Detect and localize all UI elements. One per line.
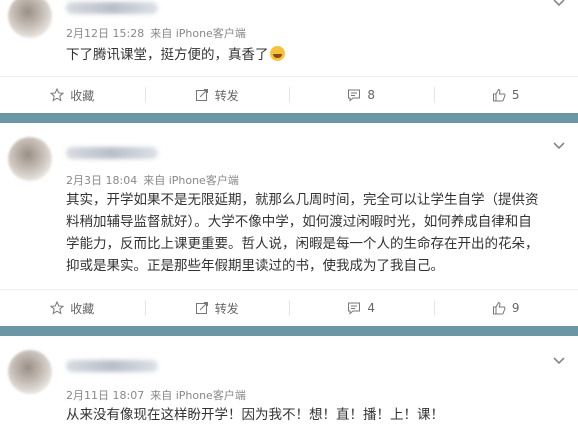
post-time[interactable]: 2月12日 15:28 xyxy=(66,27,144,40)
thumbs-up-icon xyxy=(492,88,506,102)
repost-button[interactable]: 转发 xyxy=(144,77,290,113)
avatar[interactable] xyxy=(8,137,52,181)
repost-button[interactable]: 转发 xyxy=(144,290,290,326)
repost-label: 转发 xyxy=(214,88,239,103)
chevron-down-icon[interactable] xyxy=(552,141,566,151)
comment-card: 2月11日 18:07 来自 iPhone客户端 从来没有像现在这样盼开学！因为我… xyxy=(0,336,578,430)
collect-label: 收藏 xyxy=(70,301,95,316)
action-bar: 收藏 转发 4 9 xyxy=(0,289,578,326)
comment-card: 2月3日 18:04 来自 iPhone客户端 其实，开学如果不是无限延期，就那么… xyxy=(0,123,578,328)
thumbs-up-icon xyxy=(492,301,506,315)
card-separator xyxy=(0,326,578,336)
chevron-down-icon[interactable] xyxy=(552,0,566,8)
post-meta: 2月3日 18:04 来自 iPhone客户端 xyxy=(66,172,239,188)
collect-button[interactable]: 收藏 xyxy=(0,77,145,113)
comment-count: 4 xyxy=(367,301,376,315)
post-source: 来自 iPhone客户端 xyxy=(143,174,239,187)
collect-button[interactable]: 收藏 xyxy=(0,290,145,326)
like-button[interactable]: 9 xyxy=(433,290,578,326)
star-icon xyxy=(50,301,65,315)
like-count: 9 xyxy=(511,301,520,315)
repost-label: 转发 xyxy=(214,301,239,316)
like-count: 5 xyxy=(511,88,520,102)
comment-text: 下了腾讯课堂，挺方便的，真香了 xyxy=(66,44,558,66)
post-meta: 2月11日 18:07 来自 iPhone客户端 xyxy=(66,387,246,403)
grinning-sweat-emoji-icon xyxy=(269,46,285,61)
user-name-redacted[interactable] xyxy=(66,147,158,159)
comment-text-line: 料稍加辅导监督就好）。大学不像中学，如何渡过闲暇时光，如何养成自律和自 xyxy=(66,214,532,230)
post-time[interactable]: 2月11日 18:07 xyxy=(66,389,144,402)
comment-text-line: 其实，开学如果不是无限延期，就那么几周时间，完全可以让学生自学（提供资 xyxy=(66,192,539,208)
comment-card: 2月12日 15:28 来自 iPhone客户端 下了腾讯课堂，挺方便的，真香了 … xyxy=(0,0,578,114)
action-bar: 收藏 转发 8 5 xyxy=(0,76,578,113)
card-separator xyxy=(0,113,578,123)
like-button[interactable]: 5 xyxy=(433,77,578,113)
user-name-redacted[interactable] xyxy=(66,360,158,372)
comment-icon xyxy=(348,89,361,102)
comment-button[interactable]: 4 xyxy=(289,290,434,326)
comment-text-content: 下了腾讯课堂，挺方便的，真香了 xyxy=(66,47,269,63)
chevron-down-icon[interactable] xyxy=(552,356,566,366)
comment-text-line: 抑或是果实。正是那些年假期里读过的书，使我成为了我自己。 xyxy=(66,258,444,274)
avatar[interactable] xyxy=(8,350,52,394)
collect-label: 收藏 xyxy=(70,88,95,103)
avatar[interactable] xyxy=(8,0,52,38)
comment-button[interactable]: 8 xyxy=(289,77,434,113)
post-meta: 2月12日 15:28 来自 iPhone客户端 xyxy=(66,25,246,41)
comment-count: 8 xyxy=(367,88,376,102)
post-source: 来自 iPhone客户端 xyxy=(150,27,246,40)
comment-text-line: 学能力，反而比上课更重要。哲人说，闲暇是每一个人的生命存在开出的花朵， xyxy=(66,236,539,252)
post-time[interactable]: 2月3日 18:04 xyxy=(66,174,137,187)
user-name-redacted[interactable] xyxy=(66,2,158,14)
comment-icon xyxy=(348,302,361,315)
repost-icon xyxy=(195,89,208,101)
comment-text-content: 从来没有像现在这样盼开学！因为我不！想！直！播！上！课！ xyxy=(66,407,444,423)
repost-icon xyxy=(195,302,208,314)
comment-text: 其实，开学如果不是无限延期，就那么几周时间，完全可以让学生自学（提供资 料稍加辅… xyxy=(66,189,558,277)
comment-text: 从来没有像现在这样盼开学！因为我不！想！直！播！上！课！ xyxy=(66,404,558,426)
star-icon xyxy=(50,88,65,102)
post-source: 来自 iPhone客户端 xyxy=(150,389,246,402)
